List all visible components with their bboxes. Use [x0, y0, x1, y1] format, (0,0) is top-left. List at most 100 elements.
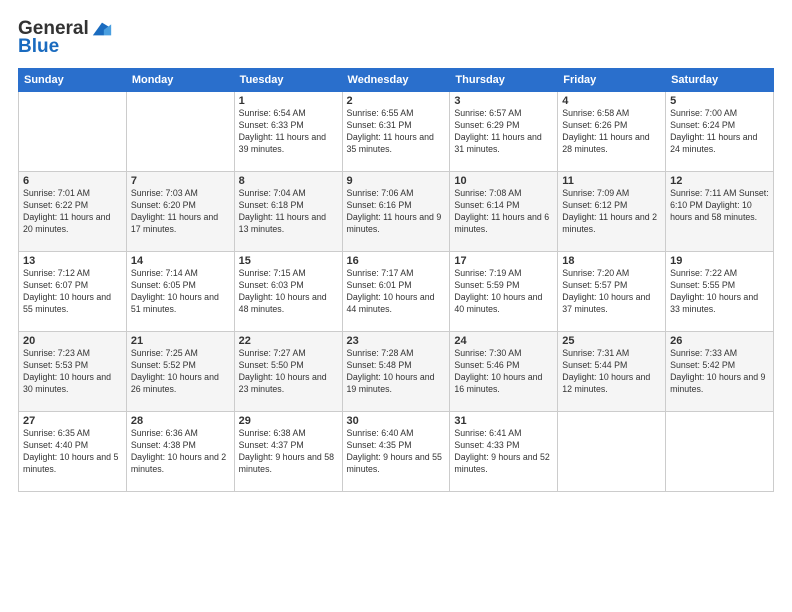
day-info: Sunrise: 7:03 AM Sunset: 6:20 PM Dayligh…: [131, 188, 230, 236]
day-info: Sunrise: 7:19 AM Sunset: 5:59 PM Dayligh…: [454, 268, 553, 316]
day-info: Sunrise: 7:15 AM Sunset: 6:03 PM Dayligh…: [239, 268, 338, 316]
week-row-1: 1Sunrise: 6:54 AM Sunset: 6:33 PM Daylig…: [19, 92, 774, 172]
calendar-cell: 12Sunrise: 7:11 AM Sunset: 6:10 PM Dayli…: [666, 172, 774, 252]
header: General Blue: [18, 18, 774, 58]
weekday-header-tuesday: Tuesday: [234, 69, 342, 92]
calendar-cell: 1Sunrise: 6:54 AM Sunset: 6:33 PM Daylig…: [234, 92, 342, 172]
day-info: Sunrise: 7:20 AM Sunset: 5:57 PM Dayligh…: [562, 268, 661, 316]
calendar-cell: [19, 92, 127, 172]
day-number: 10: [454, 175, 553, 187]
day-info: Sunrise: 7:14 AM Sunset: 6:05 PM Dayligh…: [131, 268, 230, 316]
day-info: Sunrise: 6:38 AM Sunset: 4:37 PM Dayligh…: [239, 428, 338, 476]
week-row-3: 13Sunrise: 7:12 AM Sunset: 6:07 PM Dayli…: [19, 252, 774, 332]
day-info: Sunrise: 6:54 AM Sunset: 6:33 PM Dayligh…: [239, 108, 338, 156]
day-info: Sunrise: 7:30 AM Sunset: 5:46 PM Dayligh…: [454, 348, 553, 396]
calendar-cell: 14Sunrise: 7:14 AM Sunset: 6:05 PM Dayli…: [126, 252, 234, 332]
calendar-cell: 20Sunrise: 7:23 AM Sunset: 5:53 PM Dayli…: [19, 332, 127, 412]
calendar-cell: 29Sunrise: 6:38 AM Sunset: 4:37 PM Dayli…: [234, 412, 342, 492]
day-number: 2: [347, 95, 446, 107]
weekday-header-friday: Friday: [558, 69, 666, 92]
week-row-2: 6Sunrise: 7:01 AM Sunset: 6:22 PM Daylig…: [19, 172, 774, 252]
day-number: 13: [23, 255, 122, 267]
day-number: 18: [562, 255, 661, 267]
day-info: Sunrise: 7:12 AM Sunset: 6:07 PM Dayligh…: [23, 268, 122, 316]
day-number: 8: [239, 175, 338, 187]
day-number: 9: [347, 175, 446, 187]
calendar-cell: 25Sunrise: 7:31 AM Sunset: 5:44 PM Dayli…: [558, 332, 666, 412]
day-number: 3: [454, 95, 553, 107]
day-info: Sunrise: 6:55 AM Sunset: 6:31 PM Dayligh…: [347, 108, 446, 156]
day-info: Sunrise: 7:08 AM Sunset: 6:14 PM Dayligh…: [454, 188, 553, 236]
week-row-5: 27Sunrise: 6:35 AM Sunset: 4:40 PM Dayli…: [19, 412, 774, 492]
day-number: 31: [454, 415, 553, 427]
day-info: Sunrise: 7:28 AM Sunset: 5:48 PM Dayligh…: [347, 348, 446, 396]
day-info: Sunrise: 7:00 AM Sunset: 6:24 PM Dayligh…: [670, 108, 769, 156]
day-info: Sunrise: 7:04 AM Sunset: 6:18 PM Dayligh…: [239, 188, 338, 236]
calendar-cell: 22Sunrise: 7:27 AM Sunset: 5:50 PM Dayli…: [234, 332, 342, 412]
day-info: Sunrise: 7:23 AM Sunset: 5:53 PM Dayligh…: [23, 348, 122, 396]
calendar-cell: 6Sunrise: 7:01 AM Sunset: 6:22 PM Daylig…: [19, 172, 127, 252]
calendar-cell: 15Sunrise: 7:15 AM Sunset: 6:03 PM Dayli…: [234, 252, 342, 332]
weekday-header-wednesday: Wednesday: [342, 69, 450, 92]
day-number: 16: [347, 255, 446, 267]
calendar-cell: 27Sunrise: 6:35 AM Sunset: 4:40 PM Dayli…: [19, 412, 127, 492]
day-info: Sunrise: 6:35 AM Sunset: 4:40 PM Dayligh…: [23, 428, 122, 476]
calendar-cell: [666, 412, 774, 492]
calendar-cell: 7Sunrise: 7:03 AM Sunset: 6:20 PM Daylig…: [126, 172, 234, 252]
calendar-cell: 9Sunrise: 7:06 AM Sunset: 6:16 PM Daylig…: [342, 172, 450, 252]
weekday-header-monday: Monday: [126, 69, 234, 92]
day-info: Sunrise: 7:01 AM Sunset: 6:22 PM Dayligh…: [23, 188, 122, 236]
calendar-cell: 3Sunrise: 6:57 AM Sunset: 6:29 PM Daylig…: [450, 92, 558, 172]
day-info: Sunrise: 6:41 AM Sunset: 4:33 PM Dayligh…: [454, 428, 553, 476]
day-info: Sunrise: 7:27 AM Sunset: 5:50 PM Dayligh…: [239, 348, 338, 396]
calendar-cell: 5Sunrise: 7:00 AM Sunset: 6:24 PM Daylig…: [666, 92, 774, 172]
day-info: Sunrise: 7:11 AM Sunset: 6:10 PM Dayligh…: [670, 188, 769, 224]
weekday-header-saturday: Saturday: [666, 69, 774, 92]
day-number: 25: [562, 335, 661, 347]
calendar-cell: 21Sunrise: 7:25 AM Sunset: 5:52 PM Dayli…: [126, 332, 234, 412]
calendar-cell: 11Sunrise: 7:09 AM Sunset: 6:12 PM Dayli…: [558, 172, 666, 252]
logo-icon: [91, 18, 113, 40]
calendar-cell: 23Sunrise: 7:28 AM Sunset: 5:48 PM Dayli…: [342, 332, 450, 412]
calendar-cell: 26Sunrise: 7:33 AM Sunset: 5:42 PM Dayli…: [666, 332, 774, 412]
calendar-cell: 28Sunrise: 6:36 AM Sunset: 4:38 PM Dayli…: [126, 412, 234, 492]
calendar-table: SundayMondayTuesdayWednesdayThursdayFrid…: [18, 68, 774, 492]
calendar-cell: 17Sunrise: 7:19 AM Sunset: 5:59 PM Dayli…: [450, 252, 558, 332]
calendar-cell: 8Sunrise: 7:04 AM Sunset: 6:18 PM Daylig…: [234, 172, 342, 252]
day-number: 1: [239, 95, 338, 107]
day-number: 29: [239, 415, 338, 427]
logo: General Blue: [18, 18, 113, 58]
day-number: 30: [347, 415, 446, 427]
calendar-cell: 24Sunrise: 7:30 AM Sunset: 5:46 PM Dayli…: [450, 332, 558, 412]
weekday-header-row: SundayMondayTuesdayWednesdayThursdayFrid…: [19, 69, 774, 92]
calendar-cell: 4Sunrise: 6:58 AM Sunset: 6:26 PM Daylig…: [558, 92, 666, 172]
calendar-cell: 19Sunrise: 7:22 AM Sunset: 5:55 PM Dayli…: [666, 252, 774, 332]
day-number: 23: [347, 335, 446, 347]
calendar-cell: 16Sunrise: 7:17 AM Sunset: 6:01 PM Dayli…: [342, 252, 450, 332]
day-info: Sunrise: 7:31 AM Sunset: 5:44 PM Dayligh…: [562, 348, 661, 396]
day-number: 24: [454, 335, 553, 347]
calendar-cell: 30Sunrise: 6:40 AM Sunset: 4:35 PM Dayli…: [342, 412, 450, 492]
day-number: 15: [239, 255, 338, 267]
day-info: Sunrise: 7:33 AM Sunset: 5:42 PM Dayligh…: [670, 348, 769, 396]
calendar-cell: [126, 92, 234, 172]
day-info: Sunrise: 7:09 AM Sunset: 6:12 PM Dayligh…: [562, 188, 661, 236]
day-info: Sunrise: 7:25 AM Sunset: 5:52 PM Dayligh…: [131, 348, 230, 396]
calendar-cell: 13Sunrise: 7:12 AM Sunset: 6:07 PM Dayli…: [19, 252, 127, 332]
day-number: 4: [562, 95, 661, 107]
day-info: Sunrise: 6:58 AM Sunset: 6:26 PM Dayligh…: [562, 108, 661, 156]
day-info: Sunrise: 7:22 AM Sunset: 5:55 PM Dayligh…: [670, 268, 769, 316]
calendar-cell: 18Sunrise: 7:20 AM Sunset: 5:57 PM Dayli…: [558, 252, 666, 332]
page: General Blue SundayMondayTuesdayWednesda…: [0, 0, 792, 612]
day-number: 14: [131, 255, 230, 267]
day-number: 17: [454, 255, 553, 267]
weekday-header-thursday: Thursday: [450, 69, 558, 92]
weekday-header-sunday: Sunday: [19, 69, 127, 92]
day-number: 6: [23, 175, 122, 187]
day-info: Sunrise: 7:17 AM Sunset: 6:01 PM Dayligh…: [347, 268, 446, 316]
day-number: 11: [562, 175, 661, 187]
day-number: 22: [239, 335, 338, 347]
day-info: Sunrise: 6:40 AM Sunset: 4:35 PM Dayligh…: [347, 428, 446, 476]
day-number: 20: [23, 335, 122, 347]
day-number: 28: [131, 415, 230, 427]
